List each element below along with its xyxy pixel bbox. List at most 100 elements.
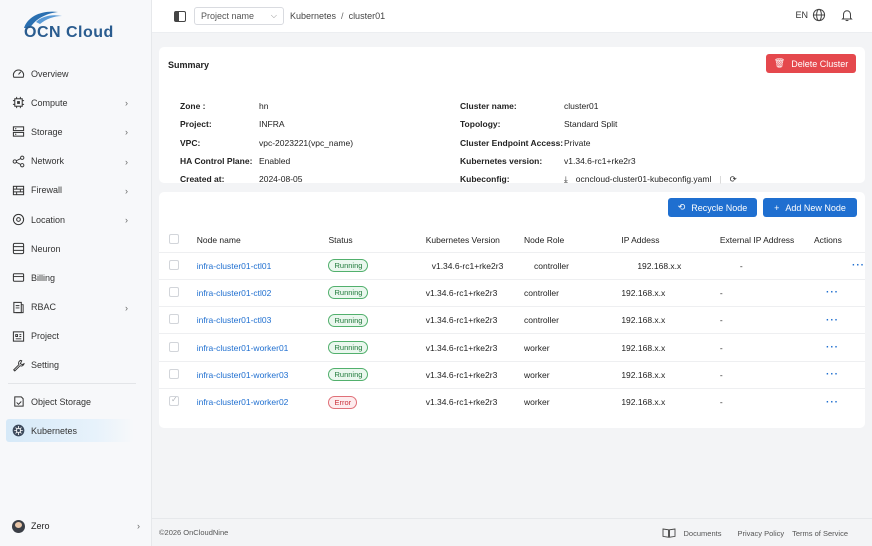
summary-field-key: Zone : (180, 101, 206, 111)
gauge-icon (12, 67, 25, 80)
toggle-sidebar-icon[interactable] (174, 10, 186, 22)
more-actions-icon[interactable]: ··· (852, 260, 865, 271)
bell-icon[interactable] (840, 8, 854, 22)
sidebar-item-overview[interactable]: Overview (0, 59, 152, 88)
breadcrumb-separator: / (341, 11, 344, 21)
sidebar-item-neuron[interactable]: Neuron (0, 234, 152, 263)
sidebar-item-kubernetes[interactable]: Kubernetes (6, 419, 134, 443)
row-checkbox[interactable] (169, 314, 179, 325)
external-ip-cell: - (719, 306, 814, 334)
recycle-node-button[interactable]: ⟲ Recycle Node (668, 198, 757, 217)
sidebar-item-label: Kubernetes (31, 425, 78, 436)
summary-title: Summary (168, 60, 210, 70)
ip-cell: 192.168.x.x (621, 333, 720, 362)
terms-link[interactable]: Terms of Service (792, 529, 848, 538)
node-role-cell: controller (524, 278, 622, 307)
refresh-icon[interactable]: ⟳ (730, 174, 737, 184)
node-name-link[interactable]: infra-cluster01-worker03 (196, 360, 329, 389)
recycle-icon: ⟲ (677, 202, 686, 212)
table-row[interactable]: infra-cluster01-worker01 Running v1.34.6-r… (159, 333, 865, 362)
delete-cluster-label: Delete Cluster (791, 58, 849, 69)
summary-field-value: vpc-2023221(vpc_name) (259, 138, 354, 148)
sidebar-item-rbac[interactable]: RBAC › (0, 293, 152, 322)
node-name-link[interactable]: infra-cluster01-ctl01 (196, 251, 329, 280)
status-cell: Running (328, 278, 426, 307)
breadcrumb-kubernetes[interactable]: Kubernetes (290, 11, 336, 21)
table-row[interactable]: infra-cluster01-ctl02 Running v1.34.6-rc1+… (159, 278, 865, 307)
trash-icon: 🗑 (773, 58, 786, 68)
nodes-table-body: infra-cluster01-ctl01 Running v1.34.6-rc1+… (159, 251, 865, 416)
sidebar-item-location[interactable]: Location › (0, 205, 152, 234)
summary-field-key: Project: (180, 119, 212, 129)
table-row[interactable]: infra-cluster01-worker03 Running v1.34.6-r… (159, 360, 865, 389)
summary-field-value: Standard Split (564, 119, 618, 129)
sidebar-item-compute[interactable]: Compute › (0, 88, 152, 117)
chip-icon (12, 96, 25, 109)
actions-cell: ··· (814, 360, 865, 389)
node-role-cell: worker (524, 387, 622, 416)
more-actions-icon[interactable]: ··· (826, 342, 839, 353)
table-row[interactable]: infra-cluster01-worker02Error v1.34.6-rc1… (159, 387, 865, 416)
actions-cell: ··· (814, 306, 865, 334)
sidebar-item-label: Location (31, 214, 66, 225)
more-actions-icon[interactable]: ··· (826, 369, 839, 380)
node-name-link[interactable]: infra-cluster01-worker02 (196, 387, 329, 416)
sidebar-item-label: Firewall (31, 185, 63, 196)
node-name-link[interactable]: infra-cluster01-worker01 (196, 333, 329, 362)
globe-icon[interactable] (812, 8, 826, 22)
brand-logo[interactable]: OCN Cloud (18, 8, 134, 44)
kubeconfig-link: ocncloud-cluster01-kubeconfig.yaml (575, 174, 712, 184)
divider: | (719, 174, 722, 184)
more-actions-icon[interactable]: ··· (826, 315, 839, 326)
sidebar-item-setting[interactable]: Setting (0, 351, 152, 380)
server-icon (12, 125, 25, 138)
sidebar-item-billing[interactable]: Billing (0, 263, 152, 292)
select-all-checkbox[interactable] (169, 234, 179, 245)
sidebar-item-object-storage[interactable]: Object Storage (0, 387, 152, 416)
node-role-cell: worker (524, 360, 622, 389)
row-checkbox[interactable] (169, 286, 179, 297)
documents-link[interactable]: Documents (684, 529, 722, 538)
row-checkbox[interactable] (169, 259, 179, 270)
privacy-policy-link[interactable]: Privacy Policy (737, 529, 784, 538)
kubeconfig-download[interactable]: ⤓ ocncloud-cluster01-kubeconfig.yaml | ⟳ (564, 174, 737, 185)
sidebar-item-network[interactable]: Network › (0, 147, 152, 176)
sidebar-item-firewall[interactable]: Firewall › (0, 176, 152, 205)
node-name-link[interactable]: infra-cluster01-ctl02 (196, 278, 329, 307)
summary-field-key: Created at: (180, 174, 225, 184)
sidebar-item-storage[interactable]: Storage › (0, 117, 152, 146)
sidebar-item-project[interactable]: Project (0, 322, 152, 351)
language-label[interactable]: EN (795, 10, 808, 20)
summary-field-key: VPC: (180, 138, 201, 148)
sidebar-item-label: Neuron (31, 243, 61, 254)
sidebar-item-label: Project (31, 331, 60, 342)
add-new-node-button[interactable]: + Add New Node (763, 198, 857, 217)
more-actions-icon[interactable]: ··· (826, 397, 839, 408)
plus-icon: + (774, 202, 780, 213)
node-name-link[interactable]: infra-cluster01-ctl03 (196, 306, 329, 334)
more-actions-icon[interactable]: ··· (826, 287, 839, 298)
firewall-icon (12, 184, 25, 197)
summary-field-key: Cluster name: (460, 101, 517, 111)
chevron-right-icon: › (125, 127, 128, 138)
sidebar-nav: Overview Compute › Storage › Network › Firewall… (0, 59, 152, 443)
kubernetes-icon (12, 424, 25, 437)
row-checkbox[interactable] (169, 368, 179, 379)
user-menu[interactable]: Zero › (12, 518, 140, 534)
row-checkbox[interactable] (169, 395, 179, 407)
sidebar-item-label: Compute (31, 97, 68, 108)
project-select[interactable]: Project name ⌵ (194, 7, 284, 25)
delete-cluster-button[interactable]: 🗑 Delete Cluster (766, 54, 856, 73)
summary-field-value: Private (564, 138, 591, 148)
table-row[interactable]: infra-cluster01-ctl01 Running v1.34.6-rc1+… (159, 251, 865, 280)
sidebar-item-label: Network (31, 156, 65, 167)
summary-field-value: INFRA (259, 119, 285, 129)
ip-cell: 192.168.x.x (621, 387, 720, 416)
row-select-cell (159, 251, 197, 280)
user-name: Zero (31, 521, 50, 531)
recycle-node-label: Recycle Node (691, 202, 748, 213)
table-row[interactable]: infra-cluster01-ctl03 Running v1.34.6-rc1+… (159, 306, 865, 334)
status-badge: Running (328, 259, 369, 273)
ip-cell: 192.168.x.x (621, 306, 720, 334)
row-checkbox[interactable] (169, 341, 179, 352)
